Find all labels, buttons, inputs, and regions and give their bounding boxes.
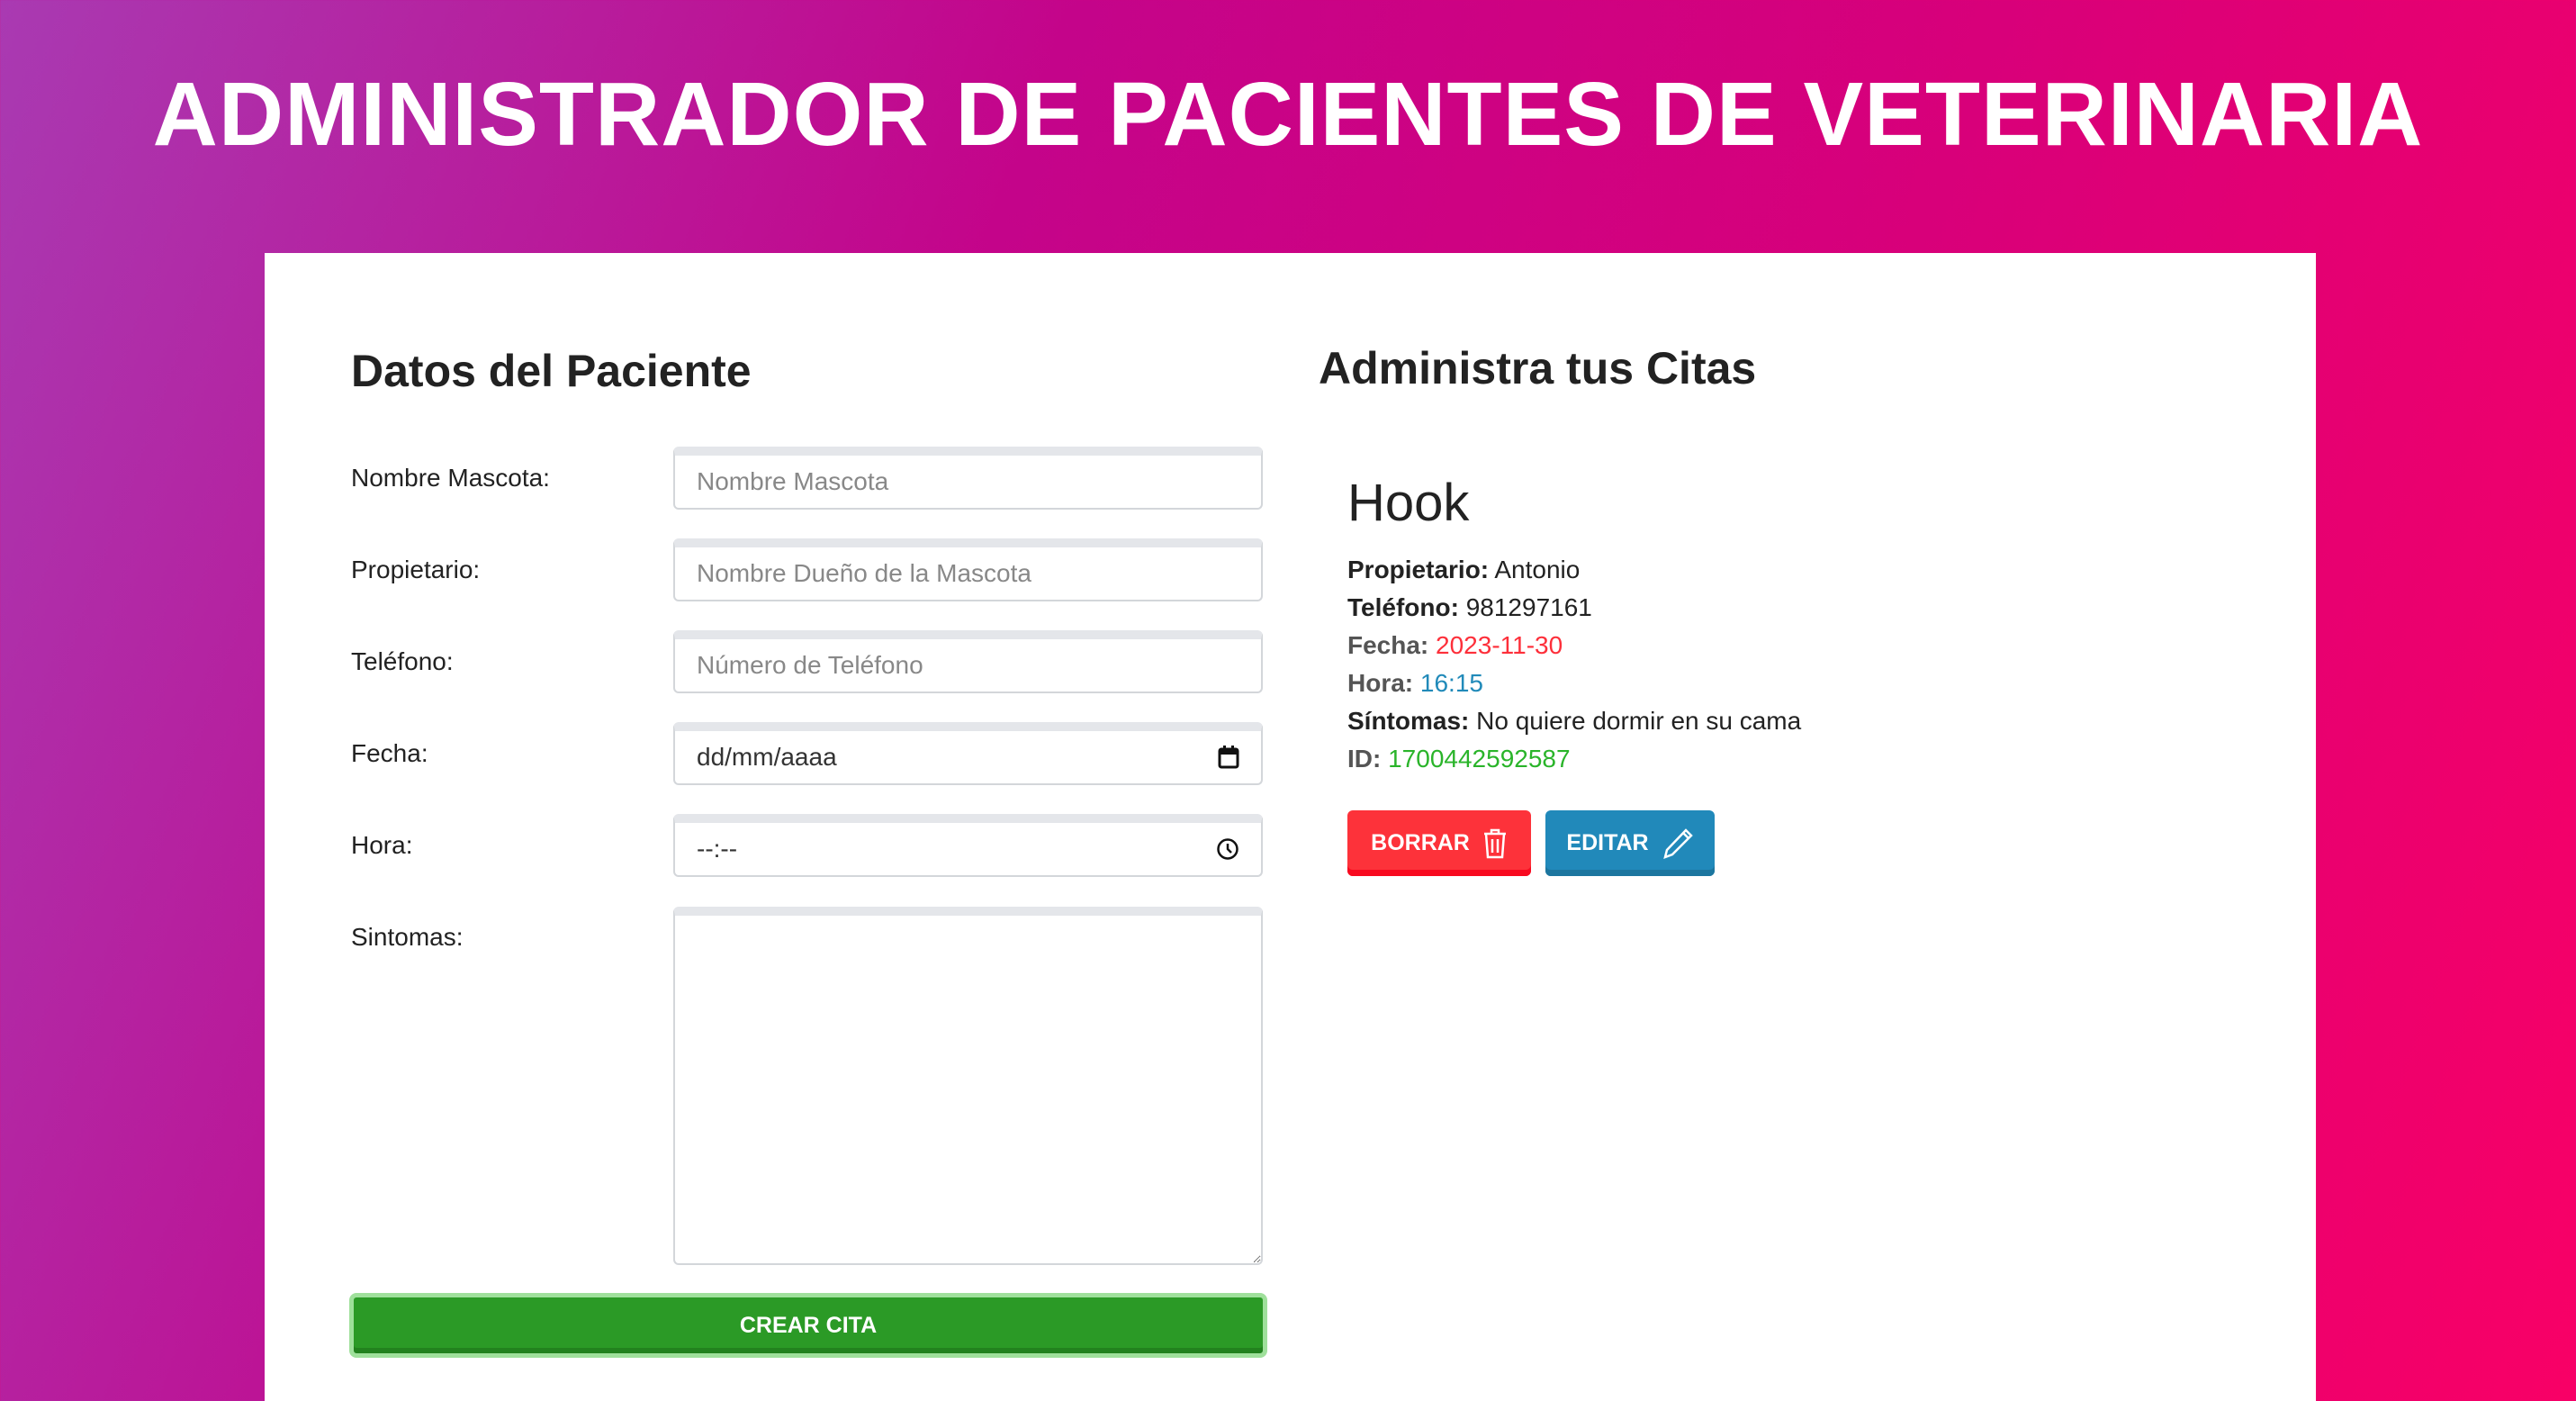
date-info-label: Fecha: xyxy=(1347,631,1429,659)
phone-value: 981297161 xyxy=(1465,593,1592,621)
symptoms-value: No quiere dormir en su cama xyxy=(1476,707,1802,735)
page-title: ADMINISTRADOR DE PACIENTES DE VETERINARI… xyxy=(152,64,2424,165)
symptoms-textarea[interactable] xyxy=(673,907,1263,1265)
pet-name-input[interactable] xyxy=(673,447,1263,510)
time-input[interactable]: --:-- xyxy=(673,814,1263,877)
form-heading: Datos del Paciente xyxy=(351,346,752,396)
appointments-heading: Administra tus Citas xyxy=(1319,343,1757,393)
owner-label: Propietario: xyxy=(351,556,481,583)
phone-info-label: Teléfono: xyxy=(1347,593,1459,621)
symptoms-label: Sintomas: xyxy=(351,923,464,951)
time-info: Hora: 16:15 xyxy=(1347,669,1483,698)
owner-input[interactable] xyxy=(673,538,1263,601)
time-value: 16:15 xyxy=(1419,669,1483,697)
pet-name-label: Nombre Mascota: xyxy=(351,464,550,492)
date-info: Fecha: 2023-11-30 xyxy=(1347,631,1563,660)
id-info: ID: 1700442592587 xyxy=(1347,745,1571,773)
date-input[interactable]: dd/mm/aaaa xyxy=(673,722,1263,785)
time-placeholder: --:-- xyxy=(697,835,738,863)
create-appointment-button[interactable]: CREAR CITA xyxy=(349,1293,1267,1358)
trash-icon xyxy=(1483,828,1506,858)
phone-info: Teléfono: 981297161 xyxy=(1347,593,1592,622)
owner-info: Propietario: Antonio xyxy=(1347,556,1580,584)
owner-value: Antonio xyxy=(1494,556,1581,583)
clock-icon[interactable] xyxy=(1216,837,1239,861)
date-label: Fecha: xyxy=(351,739,428,767)
delete-label: BORRAR xyxy=(1371,830,1470,855)
main-panel: Datos del Paciente Nombre Mascota: Propi… xyxy=(265,253,2316,1401)
symptoms-info-label: Síntomas: xyxy=(1347,707,1470,735)
delete-button[interactable]: BORRAR xyxy=(1347,810,1531,876)
calendar-icon[interactable] xyxy=(1218,746,1239,769)
edit-button[interactable]: EDITAR xyxy=(1545,810,1715,876)
symptoms-info: Síntomas: No quiere dormir en su cama xyxy=(1347,707,1801,736)
pet-name: Hook xyxy=(1347,474,1470,532)
owner-info-label: Propietario: xyxy=(1347,556,1490,583)
time-label: Hora: xyxy=(351,831,413,859)
pencil-icon xyxy=(1662,827,1693,859)
date-placeholder: dd/mm/aaaa xyxy=(697,743,837,771)
id-value: 1700442592587 xyxy=(1388,745,1571,773)
id-info-label: ID: xyxy=(1347,745,1382,773)
phone-input[interactable] xyxy=(673,630,1263,693)
edit-label: EDITAR xyxy=(1566,830,1649,855)
date-value: 2023-11-30 xyxy=(1436,631,1563,659)
time-info-label: Hora: xyxy=(1347,669,1414,697)
phone-label: Teléfono: xyxy=(351,647,454,675)
